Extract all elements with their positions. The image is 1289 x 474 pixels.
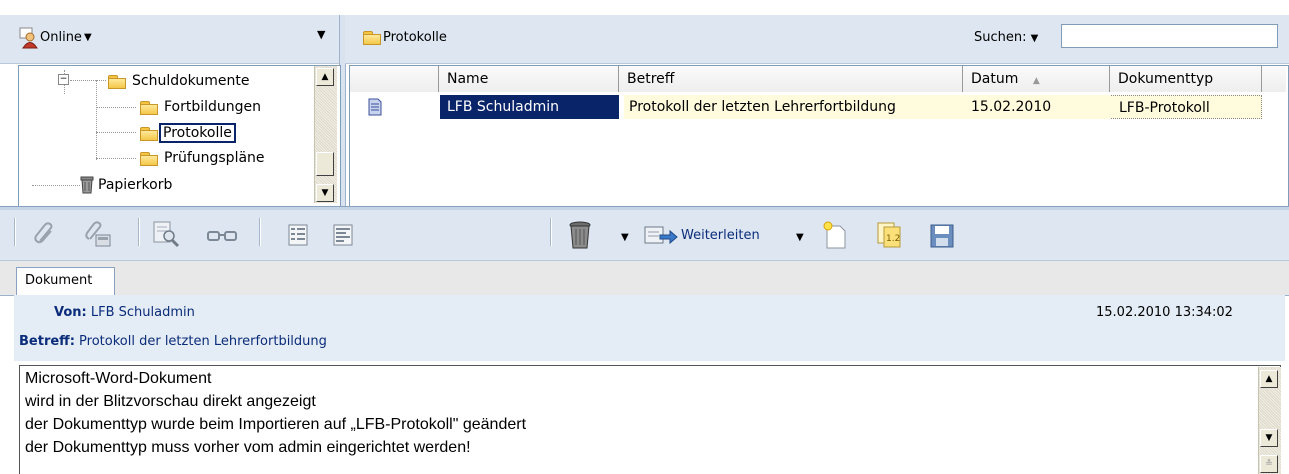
preview-icon[interactable] <box>152 220 180 248</box>
search-scope-dropdown[interactable]: Suchen: ▼ <box>974 30 1038 45</box>
tree-item-label: Papierkorb <box>98 177 173 193</box>
body-line: wird in der Blitzvorschau direkt angezei… <box>25 393 316 410</box>
folder-icon <box>108 74 126 89</box>
trash-icon <box>80 176 94 194</box>
toolbar-separator <box>259 218 261 246</box>
subject-label: Betreff: <box>19 334 75 349</box>
folder-icon <box>363 31 381 45</box>
tree-item-schuldokumente[interactable]: Schuldokumente <box>108 71 249 91</box>
tree-item-label: Fortbildungen <box>164 99 262 115</box>
column-header-betreff[interactable]: Betreff <box>619 66 963 92</box>
collapse-toggle-icon[interactable]: − <box>58 74 69 85</box>
svg-text:1.2: 1.2 <box>886 234 900 244</box>
forward-button[interactable]: Weiterleiten <box>644 222 760 248</box>
tab-bar <box>0 261 1289 296</box>
tree-scrollbar[interactable] <box>314 66 337 203</box>
tree-item-label: Schuldokumente <box>132 73 250 89</box>
message-body[interactable]: Microsoft-Word-Dokument wird in der Blit… <box>19 365 1281 474</box>
scroll-expand-icon[interactable]: ≛ <box>1260 455 1278 473</box>
cell-name: LFB Schuladmin <box>440 95 619 119</box>
column-header-name[interactable]: Name <box>439 66 619 92</box>
forward-dropdown-icon[interactable]: ▼ <box>796 232 804 243</box>
column-header-label: Datum <box>971 71 1019 87</box>
toolbar-separator <box>138 218 140 246</box>
tree-menu-chevron-icon[interactable]: ▼ <box>317 28 325 41</box>
sort-ascending-icon: ▲ <box>1032 76 1040 86</box>
tree-item-label: Protokolle <box>159 123 236 143</box>
message-from: Von: LFB Schuladmin <box>54 305 195 320</box>
new-doc-icon[interactable] <box>822 220 850 250</box>
message-timestamp: 15.02.2010 13:34:02 <box>1096 305 1233 320</box>
tree-item-papierkorb[interactable]: Papierkorb <box>80 174 172 196</box>
chevron-down-icon: ▼ <box>1030 33 1039 44</box>
chevron-down-icon: ▼ <box>83 31 92 43</box>
body-line: Microsoft-Word-Dokument <box>25 370 212 387</box>
import-icon[interactable]: 1.2 <box>876 221 906 249</box>
message-subject: Betreff: Protokoll der letzten Lehrerfor… <box>19 334 327 349</box>
folder-open-icon <box>140 126 158 141</box>
tree-scroll-thumb[interactable] <box>316 152 334 176</box>
attach-view-icon[interactable] <box>84 221 114 249</box>
attach-icon[interactable] <box>32 221 58 247</box>
scroll-up-icon[interactable]: ▲ <box>316 68 334 86</box>
message-header <box>14 295 1285 361</box>
status-label: Online <box>40 29 82 45</box>
list-icon[interactable] <box>288 224 308 246</box>
search-label: Suchen: <box>974 30 1027 45</box>
column-header-dokumenttyp[interactable]: Dokumenttyp <box>1110 66 1262 92</box>
cell-typ: LFB-Protokoll <box>1111 95 1262 119</box>
tree-item-pruefungsplaene[interactable]: Prüfungspläne <box>140 148 265 168</box>
from-label: Von: <box>54 305 87 320</box>
tab-label: Dokument <box>25 273 93 288</box>
column-header-datum[interactable]: Datum ▲ <box>963 66 1110 92</box>
forward-label: Weiterleiten <box>681 227 760 243</box>
folder-title: Protokolle <box>383 30 447 45</box>
save-icon[interactable] <box>930 224 954 248</box>
body-line: der Dokumenttyp wurde beim Importieren a… <box>25 416 527 433</box>
folder-icon <box>140 151 158 166</box>
toolbar-separator <box>550 218 552 246</box>
trash-tool-icon[interactable] <box>568 220 592 250</box>
tree-item-protokolle[interactable]: Protokolle <box>140 122 236 144</box>
scroll-up-icon[interactable]: ▲ <box>1260 370 1278 388</box>
document-icon <box>368 98 382 116</box>
forward-icon <box>644 226 678 245</box>
from-value: LFB Schuladmin <box>90 305 195 320</box>
body-line: der Dokumenttyp muss vorher vom admin ei… <box>25 439 471 456</box>
cell-datum: 15.02.2010 <box>965 95 1111 119</box>
column-header-filler <box>1262 66 1286 92</box>
tab-dokument[interactable]: Dokument <box>16 267 115 295</box>
subject-value: Protokoll der letzten Lehrerfortbildung <box>79 334 327 349</box>
tree-item-fortbildungen[interactable]: Fortbildungen <box>140 97 261 117</box>
tree-item-label: Prüfungspläne <box>164 150 265 166</box>
toolbar-separator <box>14 218 16 246</box>
status-dropdown[interactable]: Online ▼ <box>16 23 92 51</box>
search-input[interactable] <box>1061 24 1278 48</box>
trash-dropdown-icon[interactable]: ▼ <box>621 232 629 243</box>
glasses-icon[interactable] <box>206 229 238 243</box>
column-header-icon[interactable] <box>350 66 439 92</box>
scroll-down-icon[interactable]: ▼ <box>1260 429 1278 447</box>
user-status-icon <box>19 27 38 49</box>
cell-betreff: Protokoll der letzten Lehrerfortbildung <box>624 95 965 119</box>
list2-icon[interactable] <box>333 224 353 246</box>
folder-icon <box>140 100 158 115</box>
scroll-down-icon[interactable]: ▼ <box>316 184 334 202</box>
